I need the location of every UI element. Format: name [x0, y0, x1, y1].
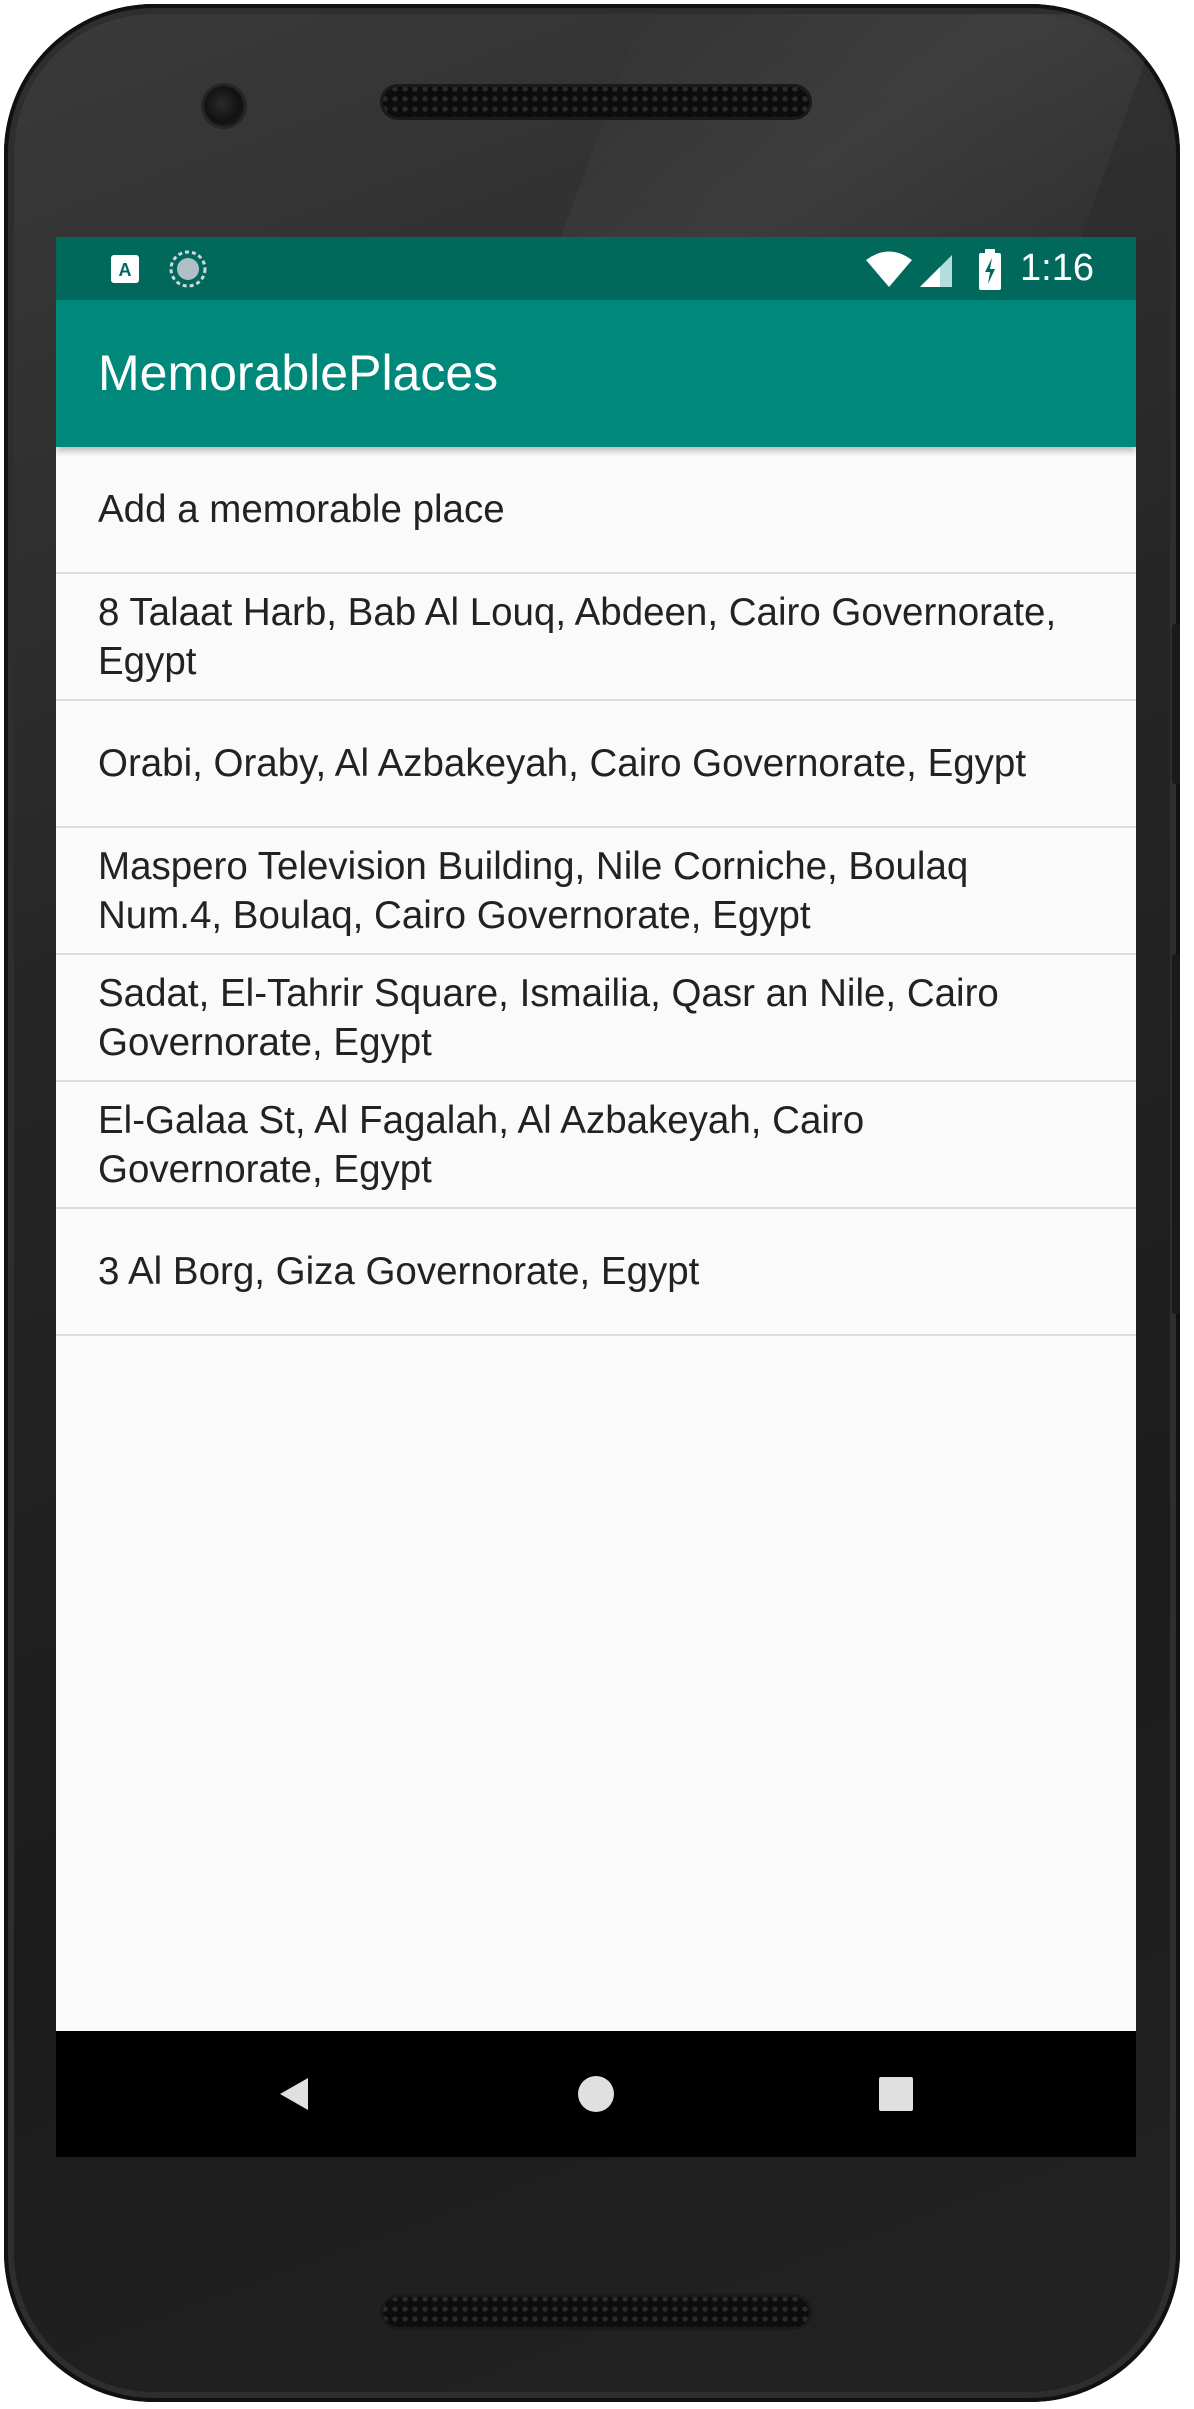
- screen: A 1:16 MemorablePlaces Add a memorable p…: [56, 237, 1136, 2157]
- top-speaker: [380, 84, 812, 120]
- list-item[interactable]: El-Galaa St, Al Fagalah, Al Azbakeyah, C…: [56, 1082, 1136, 1209]
- keyboard-a-icon: A: [108, 252, 142, 286]
- recents-icon[interactable]: [866, 2064, 926, 2124]
- list-item[interactable]: 8 Talaat Harb, Bab Al Louq, Abdeen, Cair…: [56, 574, 1136, 701]
- list-item[interactable]: Sadat, El-Tahrir Square, Ismailia, Qasr …: [56, 955, 1136, 1082]
- app-title: MemorablePlaces: [98, 345, 499, 401]
- sync-icon: [168, 249, 208, 289]
- signal-icon: [918, 253, 954, 289]
- back-icon[interactable]: [266, 2064, 326, 2124]
- status-time: 1:16: [1020, 247, 1094, 289]
- list-item[interactable]: Maspero Television Building, Nile Cornic…: [56, 828, 1136, 955]
- places-list: Add a memorable place 8 Talaat Harb, Bab…: [56, 447, 1136, 1336]
- home-icon[interactable]: [566, 2064, 626, 2124]
- list-item-label: El-Galaa St, Al Fagalah, Al Azbakeyah, C…: [98, 1098, 865, 1191]
- list-item-label: 8 Talaat Harb, Bab Al Louq, Abdeen, Cair…: [98, 590, 1057, 683]
- wifi-icon: [864, 251, 914, 289]
- volume-button: [1172, 624, 1180, 784]
- list-item-label: Maspero Television Building, Nile Cornic…: [98, 844, 969, 937]
- list-item-label: Sadat, El-Tahrir Square, Ismailia, Qasr …: [98, 971, 999, 1064]
- bottom-speaker: [380, 2294, 812, 2330]
- list-item[interactable]: Orabi, Oraby, Al Azbakeyah, Cairo Govern…: [56, 701, 1136, 828]
- list-item-label: Add a memorable place: [98, 488, 505, 531]
- status-bar: A 1:16: [56, 237, 1136, 300]
- front-camera: [204, 86, 244, 126]
- phone-frame: A 1:16 MemorablePlaces Add a memorable p…: [4, 4, 1180, 2402]
- svg-text:A: A: [119, 260, 132, 280]
- navigation-bar: [56, 2031, 1136, 2157]
- list-item-label: 3 Al Borg, Giza Governorate, Egypt: [98, 1250, 700, 1293]
- add-place-item[interactable]: Add a memorable place: [56, 447, 1136, 574]
- list-item-label: Orabi, Oraby, Al Azbakeyah, Cairo Govern…: [98, 742, 1027, 785]
- app-bar: MemorablePlaces: [56, 300, 1136, 447]
- list-item[interactable]: 3 Al Borg, Giza Governorate, Egypt: [56, 1209, 1136, 1336]
- power-button: [1172, 954, 1180, 1314]
- battery-charging-icon: [978, 249, 1002, 291]
